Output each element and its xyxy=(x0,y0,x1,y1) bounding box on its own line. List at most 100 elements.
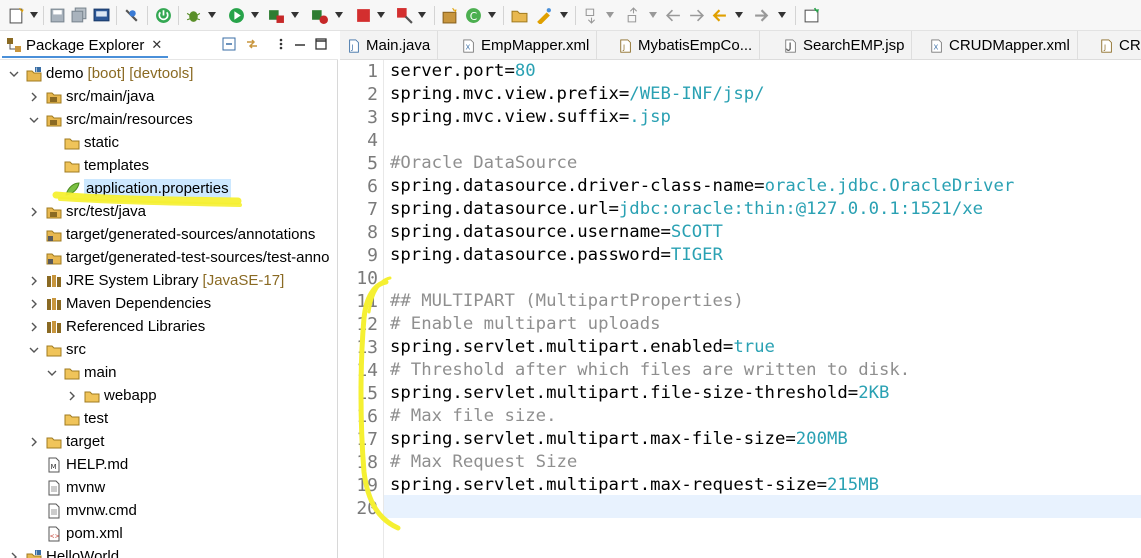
new-dropdown-icon[interactable] xyxy=(30,12,38,18)
new-class-icon[interactable]: C xyxy=(465,7,482,24)
code-line[interactable]: spring.mvc.view.prefix=/WEB-INF/jsp/ xyxy=(390,83,765,106)
expand-arrow-icon[interactable] xyxy=(28,91,40,103)
tree-item-application-properties[interactable]: application.properties xyxy=(46,177,231,200)
code-line[interactable]: # Max file size. xyxy=(390,405,556,428)
minimize-icon[interactable] xyxy=(293,37,307,51)
new-package-icon[interactable] xyxy=(441,7,458,24)
collapse-arrow-icon[interactable] xyxy=(28,344,40,356)
back-icon[interactable] xyxy=(711,7,728,24)
collapse-arrow-icon[interactable] xyxy=(46,367,58,379)
tree-item-src-test-java[interactable]: src/test/java xyxy=(28,200,146,223)
tree-item-generated-sources[interactable]: target/generated-sources/annotations xyxy=(28,223,315,246)
tree-item-test[interactable]: test xyxy=(46,407,108,430)
tab-mybatisempco[interactable]: J MybatisEmpCo... xyxy=(612,31,761,59)
pin-editor-icon[interactable] xyxy=(803,7,820,24)
tree-item-maven-dependencies[interactable]: Maven Dependencies xyxy=(28,292,211,315)
external-tools-dropdown-icon[interactable] xyxy=(418,12,426,18)
run-icon[interactable] xyxy=(228,7,245,24)
tree-item-mvnw[interactable]: mvnw xyxy=(28,476,105,499)
previous-annotation-icon[interactable] xyxy=(625,7,642,24)
stop-dropdown-icon[interactable] xyxy=(377,12,385,18)
code-line[interactable]: spring.datasource.password=TIGER xyxy=(390,244,723,267)
tree-item-main[interactable]: main xyxy=(46,361,117,384)
tree-item-static[interactable]: static xyxy=(46,131,119,154)
project-demo[interactable]: Jdemo [boot] [devtools] xyxy=(8,62,193,85)
code-line[interactable]: spring.datasource.username=SCOTT xyxy=(390,221,723,244)
code-line[interactable]: spring.servlet.multipart.max-request-siz… xyxy=(390,474,879,497)
code-line[interactable]: spring.datasource.url=jdbc:oracle:thin:@… xyxy=(390,198,983,221)
debug-icon[interactable] xyxy=(185,7,202,24)
tab-cru[interactable]: J CRU xyxy=(1093,31,1141,59)
power-icon[interactable] xyxy=(155,7,172,24)
tree-item-pom-xml[interactable]: <> pom.xml xyxy=(28,522,123,545)
close-icon[interactable]: ✕ xyxy=(151,37,162,53)
collapse-all-icon[interactable] xyxy=(222,37,236,51)
tree-item-src-main-resources[interactable]: src/main/resources xyxy=(28,108,193,131)
code-line[interactable]: # Enable multipart uploads xyxy=(390,313,661,336)
code-line[interactable]: spring.mvc.view.suffix=.jsp xyxy=(390,106,671,129)
tree-item-mvnw-cmd[interactable]: mvnw.cmd xyxy=(28,499,137,522)
tab-package-explorer[interactable]: Package Explorer ✕ xyxy=(2,34,169,58)
tree-item-src[interactable]: src xyxy=(28,338,86,361)
open-task-dropdown-icon[interactable] xyxy=(560,12,568,18)
run-external-icon[interactable] xyxy=(268,7,285,24)
tree-item-src-main-java[interactable]: src/main/java xyxy=(28,85,154,108)
forward-icon[interactable] xyxy=(753,7,770,24)
code-line[interactable]: spring.servlet.multipart.max-file-size=2… xyxy=(390,428,848,451)
coverage-dropdown-icon[interactable] xyxy=(335,12,343,18)
collapse-arrow-icon[interactable] xyxy=(28,114,40,126)
stop-icon[interactable] xyxy=(355,7,372,24)
external-tools-icon[interactable] xyxy=(396,7,413,24)
debug-dropdown-icon[interactable] xyxy=(208,12,216,18)
forward-dropdown-icon[interactable] xyxy=(778,12,786,18)
collapse-arrow-icon[interactable] xyxy=(8,68,20,80)
expand-arrow-icon[interactable] xyxy=(28,206,40,218)
tree-item-help-md[interactable]: M HELP.md xyxy=(28,453,128,476)
expand-arrow-icon[interactable] xyxy=(28,321,40,333)
open-task-icon[interactable] xyxy=(535,7,552,24)
back-dropdown-icon[interactable] xyxy=(735,12,743,18)
save-icon[interactable] xyxy=(49,7,66,24)
tab-crudmapper-xml[interactable]: X CRUDMapper.xml xyxy=(923,31,1078,59)
save-all-icon[interactable] xyxy=(71,7,88,24)
link-with-editor-icon[interactable] xyxy=(245,37,259,51)
tab-main-java[interactable]: J Main.java xyxy=(340,31,439,59)
code-line[interactable]: ## MULTIPART (MultipartProperties) xyxy=(390,290,744,313)
tree-item-target[interactable]: target xyxy=(28,430,104,453)
coverage-icon[interactable] xyxy=(311,7,328,24)
expand-arrow-icon[interactable] xyxy=(66,390,78,402)
expand-arrow-icon[interactable] xyxy=(8,551,20,558)
code-line[interactable]: spring.servlet.multipart.file-size-thres… xyxy=(390,382,889,405)
forward-nav-icon[interactable] xyxy=(688,7,705,24)
tab-empmapper-xml[interactable]: X EmpMapper.xml xyxy=(455,31,598,59)
new-icon[interactable] xyxy=(8,7,25,24)
next-annotation-dropdown-icon[interactable] xyxy=(606,12,614,18)
code-line[interactable]: # Threshold after which files are writte… xyxy=(390,359,910,382)
tree-item-jre-system-library[interactable]: JRE System Library [JavaSE-17] xyxy=(28,269,284,292)
code-line[interactable]: server.port=80 xyxy=(390,60,536,83)
tree-item-templates[interactable]: templates xyxy=(46,154,149,177)
run-dropdown-icon[interactable] xyxy=(251,12,259,18)
code-line[interactable]: spring.datasource.driver-class-name=orac… xyxy=(390,175,1014,198)
skip-breakpoints-icon[interactable] xyxy=(123,7,140,24)
tree-item-referenced-libraries[interactable]: Referenced Libraries xyxy=(28,315,205,338)
tree-item-webapp[interactable]: webapp xyxy=(66,384,157,407)
view-menu-icon[interactable] xyxy=(274,37,288,51)
terminal-icon[interactable] xyxy=(93,7,110,24)
maximize-icon[interactable] xyxy=(314,37,328,51)
tab-searchemp-jsp[interactable]: SearchEMP.jsp xyxy=(777,31,913,59)
expand-arrow-icon[interactable] xyxy=(28,275,40,287)
tree-item-generated-test-sources[interactable]: target/generated-test-sources/test-anno xyxy=(28,246,329,269)
code-line[interactable]: # Max Request Size xyxy=(390,451,577,474)
next-annotation-icon[interactable] xyxy=(583,7,600,24)
expand-arrow-icon[interactable] xyxy=(28,298,40,310)
open-type-icon[interactable] xyxy=(511,7,528,24)
run-external-dropdown-icon[interactable] xyxy=(291,12,299,18)
expand-arrow-icon[interactable] xyxy=(28,436,40,448)
previous-annotation-dropdown-icon[interactable] xyxy=(649,12,657,18)
new-class-dropdown-icon[interactable] xyxy=(488,12,496,18)
last-edit-icon[interactable] xyxy=(665,7,682,24)
project-helloworld[interactable]: J HelloWorld xyxy=(8,545,119,558)
code-line[interactable]: spring.servlet.multipart.enabled=true xyxy=(390,336,775,359)
code-line[interactable]: #Oracle DataSource xyxy=(390,152,577,175)
